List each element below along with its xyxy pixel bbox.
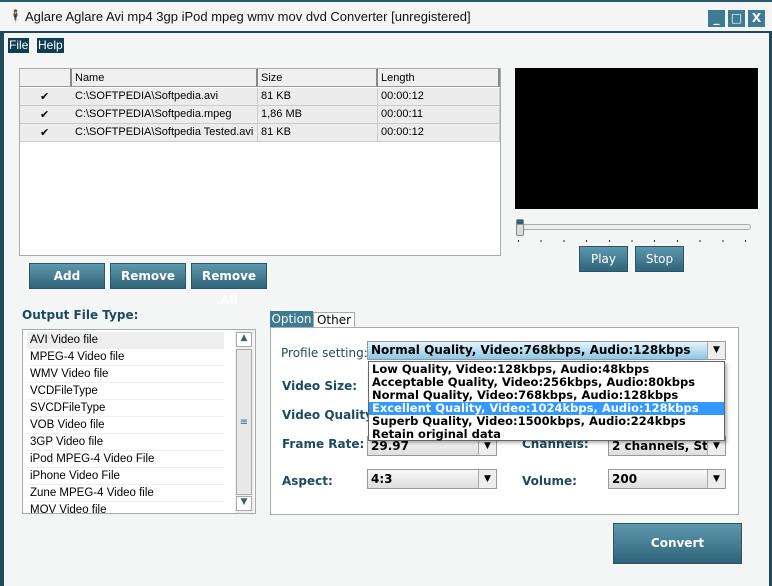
video-quality-label: Video Quality: <box>282 408 378 422</box>
minimize-button[interactable]: _ <box>708 10 725 27</box>
aspect-select[interactable]: 4:3 ▼ <box>367 469 497 489</box>
channels-value: 2 channels, Ster <box>612 439 722 453</box>
volume-value: 200 <box>612 472 638 486</box>
profile-dropdown[interactable]: Low Quality, Video:128kbps, Audio:48kbps… <box>368 361 725 441</box>
profile-setting-select[interactable]: Normal Quality, Video:768kbps, Audio:128… <box>367 341 726 360</box>
list-item[interactable]: VCDFileType <box>27 383 224 400</box>
video-preview <box>515 68 758 209</box>
table-row[interactable]: ✔ C:\SOFTPEDIA\Softpedia Tested.avi 81 K… <box>20 124 500 142</box>
list-item[interactable]: VOB Video file <box>27 417 224 434</box>
slider-ticks <box>518 240 748 242</box>
profile-setting-value: Normal Quality, Video:768kbps, Audio:128… <box>371 343 691 357</box>
row-checkbox[interactable]: ✔ <box>40 91 51 102</box>
maximize-button[interactable]: □ <box>728 10 745 27</box>
video-size-label: Video Size: <box>282 379 358 393</box>
list-item[interactable]: iPhone Video File <box>27 468 224 485</box>
frame-rate-label: Frame Rate: <box>282 437 365 451</box>
list-item[interactable]: AVI Video file <box>27 332 224 349</box>
file-name: C:\SOFTPEDIA\Softpedia.avi <box>72 88 258 105</box>
convert-button[interactable]: Convert <box>613 523 742 564</box>
file-name: C:\SOFTPEDIA\Softpedia Tested.avi <box>72 124 258 141</box>
output-file-type-label: Output File Type: <box>22 308 139 322</box>
add-button[interactable]: Add <box>29 263 105 289</box>
app-icon: 🕴 <box>8 9 23 23</box>
list-item[interactable]: 3GP Video file <box>27 434 224 451</box>
seek-thumb[interactable] <box>516 219 524 236</box>
list-item[interactable]: SVCDFileType <box>27 400 224 417</box>
file-length: 00:00:12 <box>378 88 500 105</box>
seek-slider[interactable] <box>516 224 751 230</box>
file-size: 1,86 MB <box>258 106 378 123</box>
scrollbar[interactable]: ▲ ≡ ▼ <box>235 330 254 513</box>
aspect-label: Aspect: <box>282 474 333 488</box>
scroll-thumb[interactable]: ≡ <box>236 349 252 495</box>
window-title: Aglare Aglare Avi mp4 3gp iPod mpeg wmv … <box>25 9 471 24</box>
play-button[interactable]: Play <box>579 246 628 272</box>
table-row[interactable]: ✔ C:\SOFTPEDIA\Softpedia.mpeg 1,86 MB 00… <box>20 106 500 124</box>
column-check <box>20 69 72 87</box>
dropdown-option[interactable]: Retain original data <box>369 428 724 441</box>
row-checkbox[interactable]: ✔ <box>40 109 51 120</box>
list-item[interactable]: iPod MPEG-4 Video File <box>27 451 224 468</box>
file-length: 00:00:11 <box>378 106 500 123</box>
volume-select[interactable]: 200 ▼ <box>608 469 726 489</box>
scroll-down-icon[interactable]: ▼ <box>236 496 252 511</box>
volume-label: Volume: <box>522 474 577 488</box>
chevron-down-icon[interactable]: ▼ <box>707 342 725 359</box>
aspect-value: 4:3 <box>371 472 393 486</box>
file-size: 81 KB <box>258 124 378 141</box>
column-length[interactable]: Length <box>378 69 500 87</box>
scroll-up-icon[interactable]: ▲ <box>236 332 252 347</box>
remove-all-button[interactable]: Remove All <box>191 263 267 307</box>
row-checkbox[interactable]: ✔ <box>40 127 51 138</box>
file-size: 81 KB <box>258 88 378 105</box>
close-button[interactable]: X <box>748 10 765 27</box>
list-item[interactable]: Zune MPEG-4 Video file <box>27 485 224 502</box>
chevron-down-icon[interactable]: ▼ <box>707 470 725 488</box>
title-bar: 🕴 Aglare Aglare Avi mp4 3gp iPod mpeg wm… <box>0 0 772 31</box>
file-list[interactable]: Name Size Length ✔ C:\SOFTPEDIA\Softpedi… <box>19 68 501 256</box>
tab-other[interactable]: Other <box>313 312 355 328</box>
output-file-type-list[interactable]: AVI Video file MPEG-4 Video file WMV Video… <box>22 329 256 514</box>
file-name: C:\SOFTPEDIA\Softpedia.mpeg <box>72 106 258 123</box>
stop-button[interactable]: Stop <box>635 246 684 272</box>
remove-button[interactable]: Remove <box>110 263 186 289</box>
menu-help[interactable]: Help <box>37 38 64 53</box>
tab-option[interactable]: Option <box>270 311 313 328</box>
menu-file[interactable]: File <box>8 38 30 53</box>
column-name[interactable]: Name <box>72 69 258 87</box>
list-item[interactable]: MOV Video file <box>27 502 224 513</box>
list-item[interactable]: MPEG-4 Video file <box>27 349 224 366</box>
list-item[interactable]: WMV Video file <box>27 366 224 383</box>
frame-rate-value: 29.97 <box>371 439 409 453</box>
profile-setting-label: Profile setting: <box>281 346 368 360</box>
chevron-down-icon[interactable]: ▼ <box>478 470 496 488</box>
column-size[interactable]: Size <box>258 69 378 87</box>
table-row[interactable]: ✔ C:\SOFTPEDIA\Softpedia.avi 81 KB 00:00… <box>20 88 500 106</box>
file-length: 00:00:12 <box>378 124 500 141</box>
